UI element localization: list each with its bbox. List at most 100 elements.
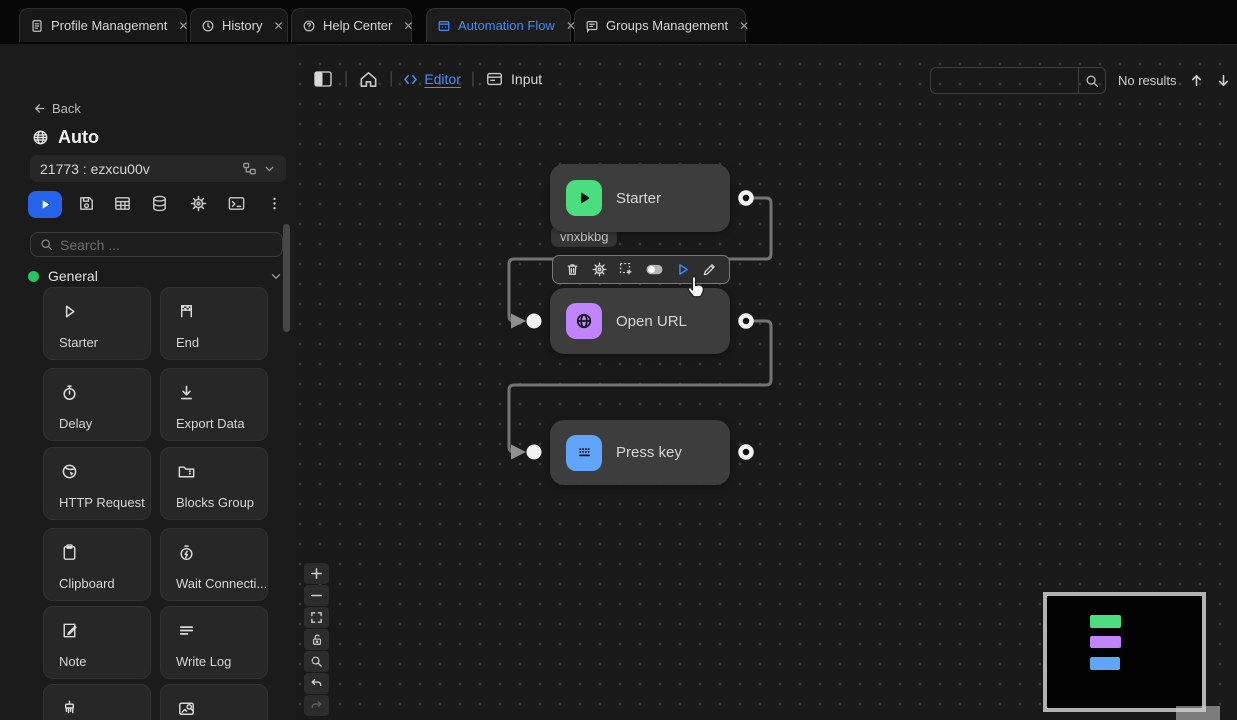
workflow-select[interactable]: 21773 : ezxcu00v [30,155,286,182]
lock-canvas-button[interactable] [304,629,329,650]
node-label: Open URL [616,313,687,330]
play-icon [574,188,594,208]
globe-icon [31,128,50,147]
close-icon[interactable]: ✕ [178,19,188,33]
block-card-end[interactable]: End [160,287,268,360]
sidebar-toggle-icon[interactable] [312,68,334,90]
select-block-icon[interactable] [618,261,635,278]
run-workflow-button[interactable] [28,191,62,218]
close-icon[interactable]: ✕ [273,19,283,33]
settings-button[interactable] [189,194,208,218]
node-label: Starter [616,190,661,207]
sidebar-scrollbar[interactable] [283,224,290,332]
block-label: HTTP Request [59,495,149,510]
redo-icon [310,699,323,712]
open-url-node-icon [566,303,602,339]
tab-profile-management[interactable]: Profile Management ✕ [19,8,187,42]
logs-button[interactable] [227,194,246,218]
category-general[interactable]: General [28,266,283,286]
node-starter[interactable]: Starter [550,164,730,232]
undo-icon [310,677,323,690]
block-label: End [176,335,266,350]
tab-strip: Profile Management ✕ History ✕ Help Cent… [0,0,1237,44]
automation-icon [437,19,451,33]
find-next-button[interactable] [1216,73,1231,88]
block-card-blocks-group[interactable]: Blocks Group [160,447,268,520]
minimap-viewport[interactable] [1176,706,1220,720]
block-card-clear-memory[interactable]: Clear Memory [43,684,151,720]
folder-icon [176,461,197,482]
fit-view-button[interactable] [304,607,329,628]
divider: | [471,70,475,88]
find-search-button[interactable] [1078,67,1106,94]
block-card-image-search[interactable]: Image Search [160,684,268,720]
chevron-down-icon [269,269,283,283]
workflow-select-value: 21773 : ezxcu00v [40,161,150,177]
blocks-search[interactable] [30,232,283,257]
table-button[interactable] [113,194,132,218]
block-card-note[interactable]: Note [43,606,151,679]
category-color-dot [28,271,39,282]
node-press-key[interactable]: Press key [550,420,730,485]
stopwatch-icon [59,382,80,403]
tab-help-center[interactable]: Help Center ✕ [291,8,412,42]
block-card-clipboard[interactable]: Clipboard [43,528,151,601]
block-label: Write Log [176,654,266,669]
home-icon[interactable] [358,69,379,90]
block-card-write-log[interactable]: Write Log [160,606,268,679]
table-icon [113,194,132,213]
more-menu-button[interactable] [266,194,283,218]
block-label: Wait Connecti... [176,576,266,591]
save-button[interactable] [77,194,96,218]
minimap[interactable] [1043,592,1206,712]
editor-tab-link[interactable]: Editor [424,71,461,87]
block-card-delay[interactable]: Delay [43,368,151,441]
block-card-wait-connections[interactable]: Wait Connecti... [160,528,268,601]
save-floppy-icon [77,194,96,213]
zoom-lens-button[interactable] [304,651,329,672]
find-results-text: No results [1118,73,1177,88]
arrow-up-icon [1189,73,1204,88]
tab-automation-flow[interactable]: Automation Flow ✕ [426,8,571,42]
block-label: Clipboard [59,576,149,591]
terminal-icon [227,194,246,213]
zoom-in-button[interactable] [304,563,329,584]
note-icon [59,620,80,641]
chevron-down-icon [263,162,276,175]
input-form-icon [485,70,504,88]
close-icon[interactable]: ✕ [739,19,749,33]
find-input[interactable] [930,67,1078,94]
lock-open-icon [311,633,323,646]
blocks-search-input[interactable] [60,237,273,253]
document-icon [30,19,44,33]
globe-icon [573,310,595,332]
zoom-out-button[interactable] [304,585,329,606]
undo-button[interactable] [304,673,329,694]
storage-button[interactable] [150,194,169,218]
log-lines-icon [176,620,197,641]
clipboard-icon [59,542,80,563]
settings-gear-icon[interactable] [591,261,608,278]
groups-icon [585,19,599,33]
tab-groups-management[interactable]: Groups Management ✕ [574,8,746,42]
enable-toggle-icon[interactable] [645,262,664,277]
zoom-lens-icon [310,655,323,668]
block-card-http-request[interactable]: HTTP Request [43,447,151,520]
find-previous-button[interactable] [1189,73,1204,88]
back-button[interactable]: Back [32,101,81,116]
fit-view-icon [310,611,323,624]
block-label: Export Data [176,416,266,431]
play-outline-icon [59,301,80,322]
delete-trash-icon[interactable] [564,261,581,278]
input-tab-link[interactable]: Input [511,71,542,87]
keyboard-icon [574,442,595,463]
redo-button[interactable] [304,695,329,716]
block-card-export-data[interactable]: Export Data [160,368,268,441]
workflow-title-text: Auto [58,127,99,148]
block-card-starter[interactable]: Starter [43,287,151,360]
settings-gear-icon [189,194,208,213]
close-icon[interactable]: ✕ [403,19,413,33]
find-bar: No results [930,67,1231,94]
plus-icon [310,567,323,580]
tab-history[interactable]: History ✕ [190,8,288,42]
